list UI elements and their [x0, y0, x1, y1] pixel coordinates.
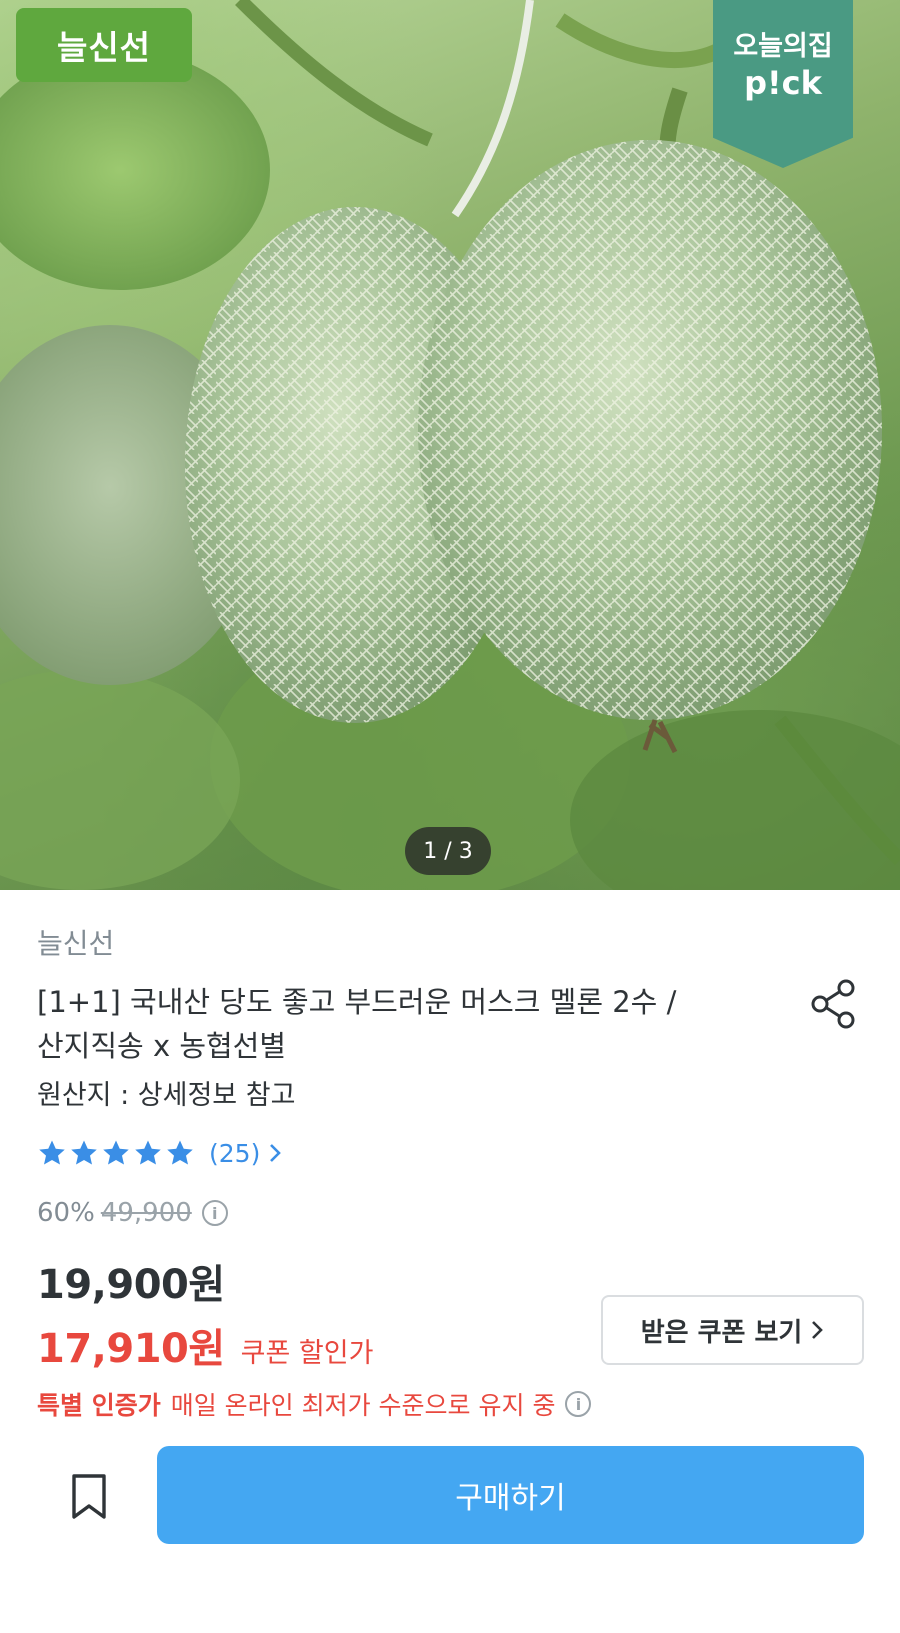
discount-rate: 60%: [37, 1198, 95, 1228]
pick-badge-line1: 오늘의집: [733, 31, 833, 62]
coupon-price-label: 쿠폰 할인가: [240, 1338, 374, 1369]
pick-badge: 오늘의집 p!ck: [713, 0, 853, 168]
brand-name[interactable]: 늘신선: [37, 922, 114, 962]
star-icon: [135, 1140, 161, 1165]
product-title-line2: 산지직송 x 농협선별: [37, 1029, 287, 1063]
view-coupons-button[interactable]: 받은 쿠폰 보기: [601, 1295, 864, 1365]
view-coupons-label: 받은 쿠폰 보기: [640, 1317, 803, 1348]
bookmark-button[interactable]: [66, 1472, 112, 1522]
info-icon[interactable]: i: [565, 1391, 592, 1417]
star-icon: [39, 1140, 65, 1165]
chevron-right-icon: [270, 1144, 282, 1162]
review-rating[interactable]: (25): [37, 1136, 282, 1170]
info-icon[interactable]: i: [201, 1200, 228, 1226]
coupon-price-row: 17,910원 쿠폰 할인가: [37, 1316, 373, 1374]
coupon-price: 17,910원: [37, 1326, 225, 1372]
certified-price-desc: 매일 온라인 최저가 수준으로 유지 중: [170, 1391, 556, 1420]
star-icon: [167, 1140, 193, 1165]
product-title: [1+1] 국내산 당도 좋고 부드러운 머스크 멜론 2수 / 산지직송 x …: [37, 980, 777, 1068]
certified-price-label: 특별 인증가: [37, 1391, 161, 1420]
original-price-row: 60% 49,900 i: [37, 1198, 228, 1228]
sale-price: 19,900원: [37, 1262, 225, 1308]
chevron-right-icon: [812, 1321, 824, 1339]
product-image-carousel[interactable]: 늘신선 오늘의집 p!ck 1 / 3: [0, 0, 900, 890]
buy-button[interactable]: 구매하기: [157, 1446, 864, 1544]
share-button[interactable]: [806, 976, 862, 1032]
certified-price-notice: 특별 인증가 매일 온라인 최저가 수준으로 유지 중 i: [37, 1386, 592, 1422]
product-title-line1: [1+1] 국내산 당도 좋고 부드러운 머스크 멜론 2수 /: [37, 985, 677, 1019]
star-icon: [71, 1140, 97, 1165]
brand-badge: 늘신선: [16, 8, 192, 82]
pick-badge-line2: p!ck: [744, 64, 822, 102]
bookmark-icon: [72, 1474, 106, 1519]
review-count: (25): [209, 1138, 261, 1168]
origin-info: 원산지 : 상세정보 참고: [37, 1080, 296, 1111]
share-icon: [811, 979, 855, 1029]
image-pager-indicator: 1 / 3: [405, 827, 491, 875]
star-icon: [103, 1140, 129, 1165]
original-price: 49,900: [100, 1198, 192, 1228]
